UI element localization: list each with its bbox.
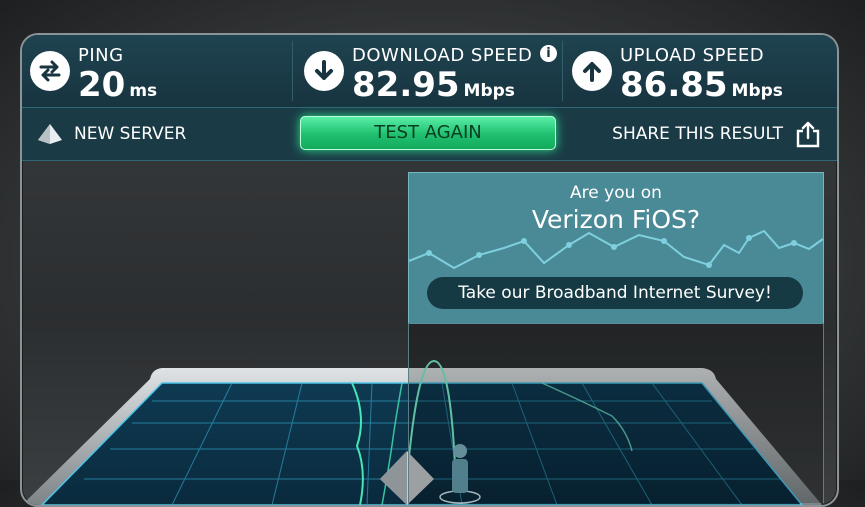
ping-value-row: 20 ms	[78, 65, 157, 105]
new-server-label: NEW SERVER	[74, 124, 187, 144]
survey-question: Are you on	[570, 183, 662, 203]
upload-value-row: 86.85 Mbps	[620, 65, 783, 105]
stat-divider	[292, 41, 293, 101]
stat-divider	[562, 41, 563, 101]
ad-overlay-shade	[408, 323, 824, 503]
share-icon	[796, 121, 820, 148]
upload-arrow-icon	[572, 51, 612, 91]
survey-ad-panel: Are you on Verizon FiOS? Take our Broadb…	[408, 172, 824, 324]
upload-stat: UPLOAD SPEED 86.85 Mbps	[564, 35, 834, 107]
map-stage: Are you on Verizon FiOS? Take our Broadb…	[22, 161, 837, 505]
download-value: 82.95	[352, 65, 460, 105]
pyramid-icon	[38, 124, 62, 144]
result-panel: PING 20 ms DOWNLOAD SPEED 82.95 Mbps i U…	[20, 33, 839, 507]
download-label: DOWNLOAD SPEED	[352, 45, 533, 66]
stats-bar: PING 20 ms DOWNLOAD SPEED 82.95 Mbps i U…	[22, 35, 837, 108]
download-value-row: 82.95 Mbps	[352, 65, 515, 105]
new-server-button[interactable]: NEW SERVER	[36, 122, 186, 146]
upload-value: 86.85	[620, 65, 728, 105]
download-stat: DOWNLOAD SPEED 82.95 Mbps i	[296, 35, 562, 107]
ping-arrows-icon	[30, 51, 70, 91]
share-result-button[interactable]: SHARE THIS RESULT	[612, 120, 821, 148]
ping-label: PING	[78, 45, 124, 66]
survey-cta-button[interactable]: Take our Broadband Internet Survey!	[427, 277, 803, 309]
action-bar: NEW SERVER TEST AGAIN SHARE THIS RESULT	[22, 108, 837, 161]
download-unit: Mbps	[463, 81, 515, 101]
ping-value: 20	[78, 65, 126, 105]
upload-unit: Mbps	[731, 81, 783, 101]
ping-unit: ms	[129, 81, 158, 101]
test-again-button[interactable]: TEST AGAIN	[300, 116, 556, 150]
share-label: SHARE THIS RESULT	[612, 124, 783, 144]
info-icon[interactable]: i	[540, 45, 557, 62]
survey-brand: Verizon FiOS?	[531, 205, 701, 234]
download-arrow-icon	[304, 51, 344, 91]
upload-label: UPLOAD SPEED	[620, 45, 765, 66]
ping-stat: PING 20 ms	[22, 35, 292, 107]
